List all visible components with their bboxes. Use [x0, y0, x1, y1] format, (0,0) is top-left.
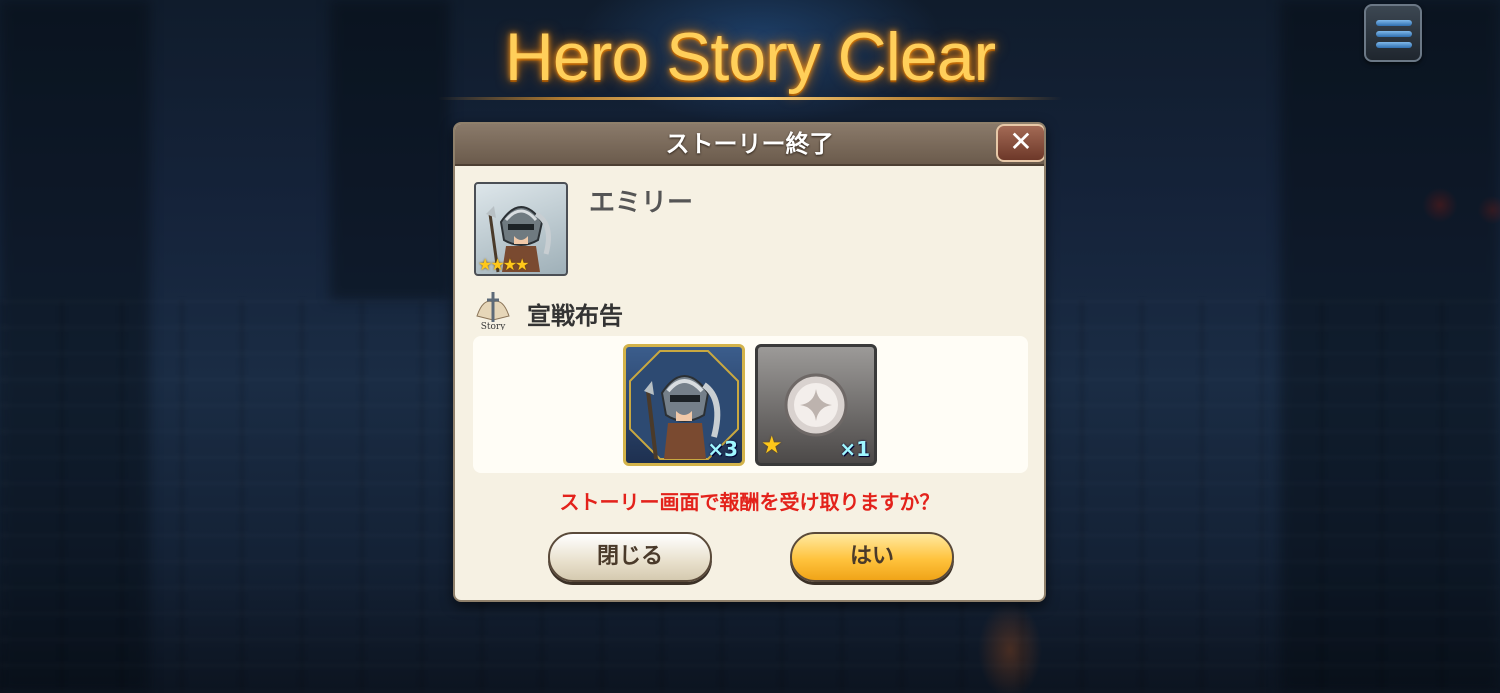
- reward-quantity: ×1: [839, 437, 870, 461]
- story-title: 宣戦布告: [527, 302, 623, 330]
- reward-item[interactable]: ×3: [623, 344, 745, 466]
- rarity-stars: ★★★★: [478, 255, 529, 274]
- close-button[interactable]: 閉じる: [548, 532, 712, 582]
- reward-item[interactable]: ★ ×1: [755, 344, 877, 466]
- reward-quantity: ×3: [707, 437, 738, 461]
- rewards-panel: ×3 ★ ×1: [473, 336, 1028, 473]
- rarity-star: ★: [761, 431, 783, 459]
- yes-button[interactable]: はい: [790, 532, 954, 582]
- claim-question: ストーリー画面で報酬を受け取りますか？: [559, 490, 940, 514]
- title-divider: [438, 97, 1062, 100]
- hero-portrait: ★★★★: [474, 182, 568, 276]
- screen-title: Hero Story Clear: [504, 19, 996, 95]
- story-icon: Story: [473, 290, 513, 332]
- menu-button[interactable]: [1364, 4, 1422, 62]
- svg-text:Story: Story: [481, 322, 507, 330]
- dialog-title: ストーリー終了: [455, 124, 1044, 166]
- story-end-dialog: ストーリー終了 ✕ ★★★★ エミリー Story 宣戦布告 ×3 ★ ×1 ス…: [453, 122, 1046, 602]
- hero-name: エミリー: [589, 188, 694, 218]
- close-icon[interactable]: ✕: [996, 124, 1044, 162]
